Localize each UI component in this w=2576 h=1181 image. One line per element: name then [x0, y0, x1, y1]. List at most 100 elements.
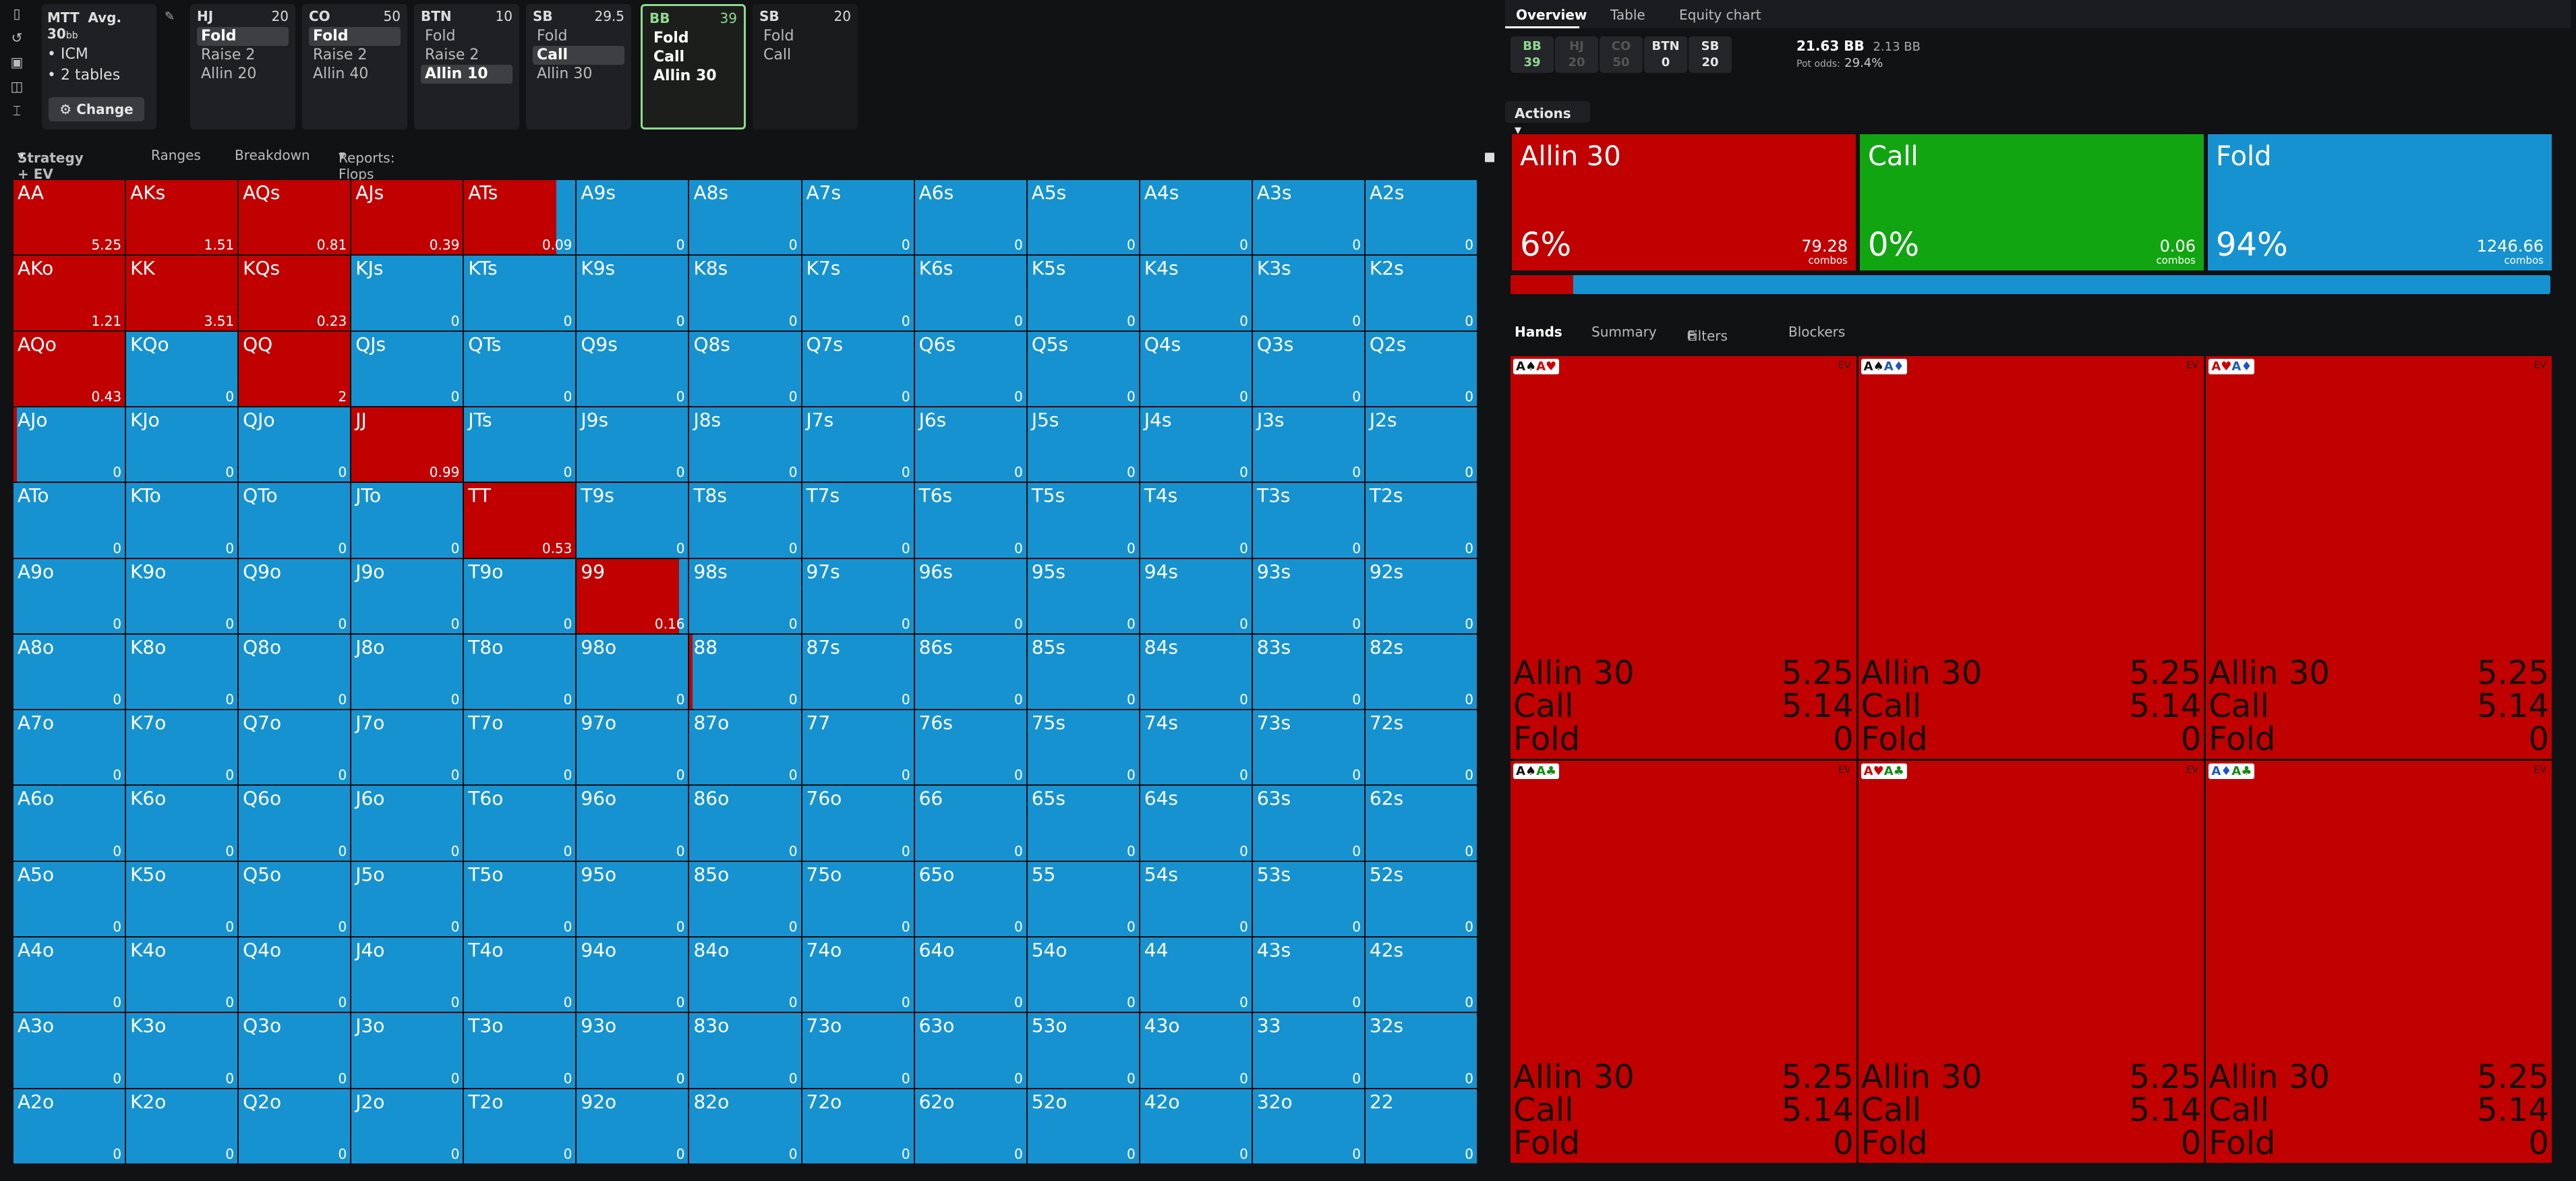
position-action[interactable]: Fold — [533, 27, 624, 46]
hand-cell[interactable]: K2s 0 — [1365, 256, 1477, 330]
hand-cell[interactable]: 62o 0 — [914, 1089, 1026, 1163]
hand-cell[interactable]: 83s 0 — [1252, 634, 1364, 710]
history-icon[interactable]: ↺ — [0, 27, 34, 49]
hand-cell[interactable]: J7o 0 — [351, 710, 463, 785]
hand-cell[interactable]: Q5s 0 — [1027, 331, 1139, 406]
hand-cell[interactable]: 95o 0 — [577, 861, 689, 937]
hand-cell[interactable]: A8o 0 — [13, 634, 125, 710]
hand-cell[interactable]: K7s 0 — [802, 256, 914, 330]
hand-cell[interactable]: J4s 0 — [1140, 407, 1252, 482]
hand-cell[interactable]: K3s 0 — [1252, 256, 1364, 330]
hand-combo-card[interactable]: A♠A♥ EV Allin 30 5.25 Call 5.14 Fold 0 — [1511, 356, 1856, 759]
hand-cell[interactable]: 72o 0 — [802, 1089, 914, 1163]
hand-cell[interactable]: 33 0 — [1252, 1013, 1364, 1088]
hand-cell[interactable]: T3o 0 — [464, 1013, 576, 1088]
hand-cell[interactable]: J6o 0 — [351, 786, 463, 861]
hand-cell[interactable]: T5o 0 — [464, 861, 576, 937]
position-action[interactable]: Raise 2 — [421, 46, 513, 65]
tab-equity-chart[interactable]: Equity chart — [1679, 7, 1761, 23]
hand-cell[interactable]: QQ 2 — [239, 331, 351, 406]
hand-cell[interactable]: Q4o 0 — [239, 938, 351, 1012]
hand-cell[interactable]: JTo 0 — [351, 483, 463, 558]
hand-cell[interactable]: A5o 0 — [13, 861, 125, 937]
hand-cell[interactable]: 52o 0 — [1027, 1089, 1139, 1163]
hand-cell[interactable]: A4s 0 — [1140, 180, 1252, 255]
hand-cell[interactable]: J9s 0 — [577, 407, 689, 482]
hand-cell[interactable]: TT 0.53 — [464, 483, 576, 558]
hand-cell[interactable]: 42o 0 — [1140, 1089, 1252, 1163]
position-action[interactable]: Allin 30 — [649, 67, 737, 86]
action-fold[interactable]: Fold 94% 1246.66 combos — [2208, 134, 2552, 270]
tab-hands[interactable]: Hands — [1515, 324, 1562, 340]
hand-cell[interactable]: J3s 0 — [1252, 407, 1364, 482]
hand-cell[interactable]: AJs 0.39 — [351, 180, 463, 255]
hand-cell[interactable]: 53s 0 — [1252, 861, 1364, 937]
hand-cell[interactable]: J8o 0 — [351, 634, 463, 710]
hand-cell[interactable]: K9s 0 — [577, 256, 689, 330]
hand-cell[interactable]: 32o 0 — [1252, 1089, 1364, 1163]
position-action[interactable]: Allin 20 — [197, 65, 289, 84]
hand-cell[interactable]: 43s 0 — [1252, 938, 1364, 1012]
hand-cell[interactable]: Q7s 0 — [802, 331, 914, 406]
hand-cell[interactable]: Q9s 0 — [577, 331, 689, 406]
hand-cell[interactable]: 88 0 — [689, 634, 801, 710]
position-bb[interactable]: BB 39 Fold Call Allin 30 — [641, 4, 746, 129]
position-action[interactable]: Fold — [421, 27, 513, 46]
hand-cell[interactable]: ATo 0 — [13, 483, 125, 558]
hand-cell[interactable]: AKo 1.21 — [13, 256, 125, 330]
hand-cell[interactable]: Q8o 0 — [239, 634, 351, 710]
hand-cell[interactable]: T3s 0 — [1252, 483, 1364, 558]
hand-cell[interactable]: T7o 0 — [464, 710, 576, 785]
hand-cell[interactable]: 44 0 — [1140, 938, 1252, 1012]
position-action[interactable]: Raise 2 — [197, 46, 289, 65]
tab-blockers[interactable]: Blockers — [1788, 324, 1845, 340]
hand-cell[interactable]: T4o 0 — [464, 938, 576, 1012]
hand-cell[interactable]: T6s 0 — [914, 483, 1026, 558]
hand-cell[interactable]: J2s 0 — [1365, 407, 1477, 482]
hand-cell[interactable]: 96o 0 — [577, 786, 689, 861]
hand-cell[interactable]: 97s 0 — [802, 558, 914, 633]
hand-cell[interactable]: A7o 0 — [13, 710, 125, 785]
hand-cell[interactable]: 54s 0 — [1140, 861, 1252, 937]
tab-summary[interactable]: Summary — [1591, 324, 1657, 340]
hand-cell[interactable]: K8s 0 — [689, 256, 801, 330]
hand-cell[interactable]: KTs 0 — [464, 256, 576, 330]
hand-cell[interactable]: T7s 0 — [802, 483, 914, 558]
hand-cell[interactable]: KJs 0 — [351, 256, 463, 330]
position-co[interactable]: CO 50 Fold Raise 2 Allin 40 — [302, 4, 407, 129]
position-btn[interactable]: BTN 10 Fold Raise 2 Allin 10 — [414, 4, 519, 129]
hand-cell[interactable]: 73s 0 — [1252, 710, 1364, 785]
hand-cell[interactable]: QTs 0 — [464, 331, 576, 406]
position-sb[interactable]: SB 29.5 Fold Call Allin 30 — [526, 4, 631, 129]
hand-cell[interactable]: 73o 0 — [802, 1013, 914, 1088]
hand-cell[interactable]: 86o 0 — [689, 786, 801, 861]
hand-cell[interactable]: A3o 0 — [13, 1013, 125, 1088]
hand-cell[interactable]: Q7o 0 — [239, 710, 351, 785]
hand-cell[interactable]: 85o 0 — [689, 861, 801, 937]
hand-cell[interactable]: Q2s 0 — [1365, 331, 1477, 406]
hand-cell[interactable]: 95s 0 — [1027, 558, 1139, 633]
hand-cell[interactable]: J7s 0 — [802, 407, 914, 482]
hand-cell[interactable]: Q3s 0 — [1252, 331, 1364, 406]
hand-cell[interactable]: 97o 0 — [577, 710, 689, 785]
hand-cell[interactable]: 82s 0 — [1365, 634, 1477, 710]
hand-cell[interactable]: 77 0 — [802, 710, 914, 785]
hand-cell[interactable]: A6s 0 — [914, 180, 1026, 255]
hand-cell[interactable]: 84s 0 — [1140, 634, 1252, 710]
actions-dropdown[interactable]: Actions ▾ — [1505, 101, 1590, 138]
hand-cell[interactable]: Q8s 0 — [689, 331, 801, 406]
hand-cell[interactable]: AQs 0.81 — [239, 180, 351, 255]
hand-cell[interactable]: A2o 0 — [13, 1089, 125, 1163]
tab-reports-flops[interactable]: Reports: Flops ▾ — [339, 147, 394, 182]
hand-cell[interactable]: Q5o 0 — [239, 861, 351, 937]
position-action[interactable]: Fold — [649, 29, 737, 48]
hand-cell[interactable]: J2o 0 — [351, 1089, 463, 1163]
hand-cell[interactable]: J4o 0 — [351, 938, 463, 1012]
hand-cell[interactable]: J9o 0 — [351, 558, 463, 633]
hand-cell[interactable]: T8s 0 — [689, 483, 801, 558]
action-call[interactable]: Call 0% 0.06 combos — [1860, 134, 2204, 270]
hand-cell[interactable]: K8o 0 — [126, 634, 238, 710]
hand-cell[interactable]: AA 5.25 — [13, 180, 125, 255]
hand-cell[interactable]: AQo 0.43 — [13, 331, 125, 406]
hand-cell[interactable]: 96s 0 — [914, 558, 1026, 633]
